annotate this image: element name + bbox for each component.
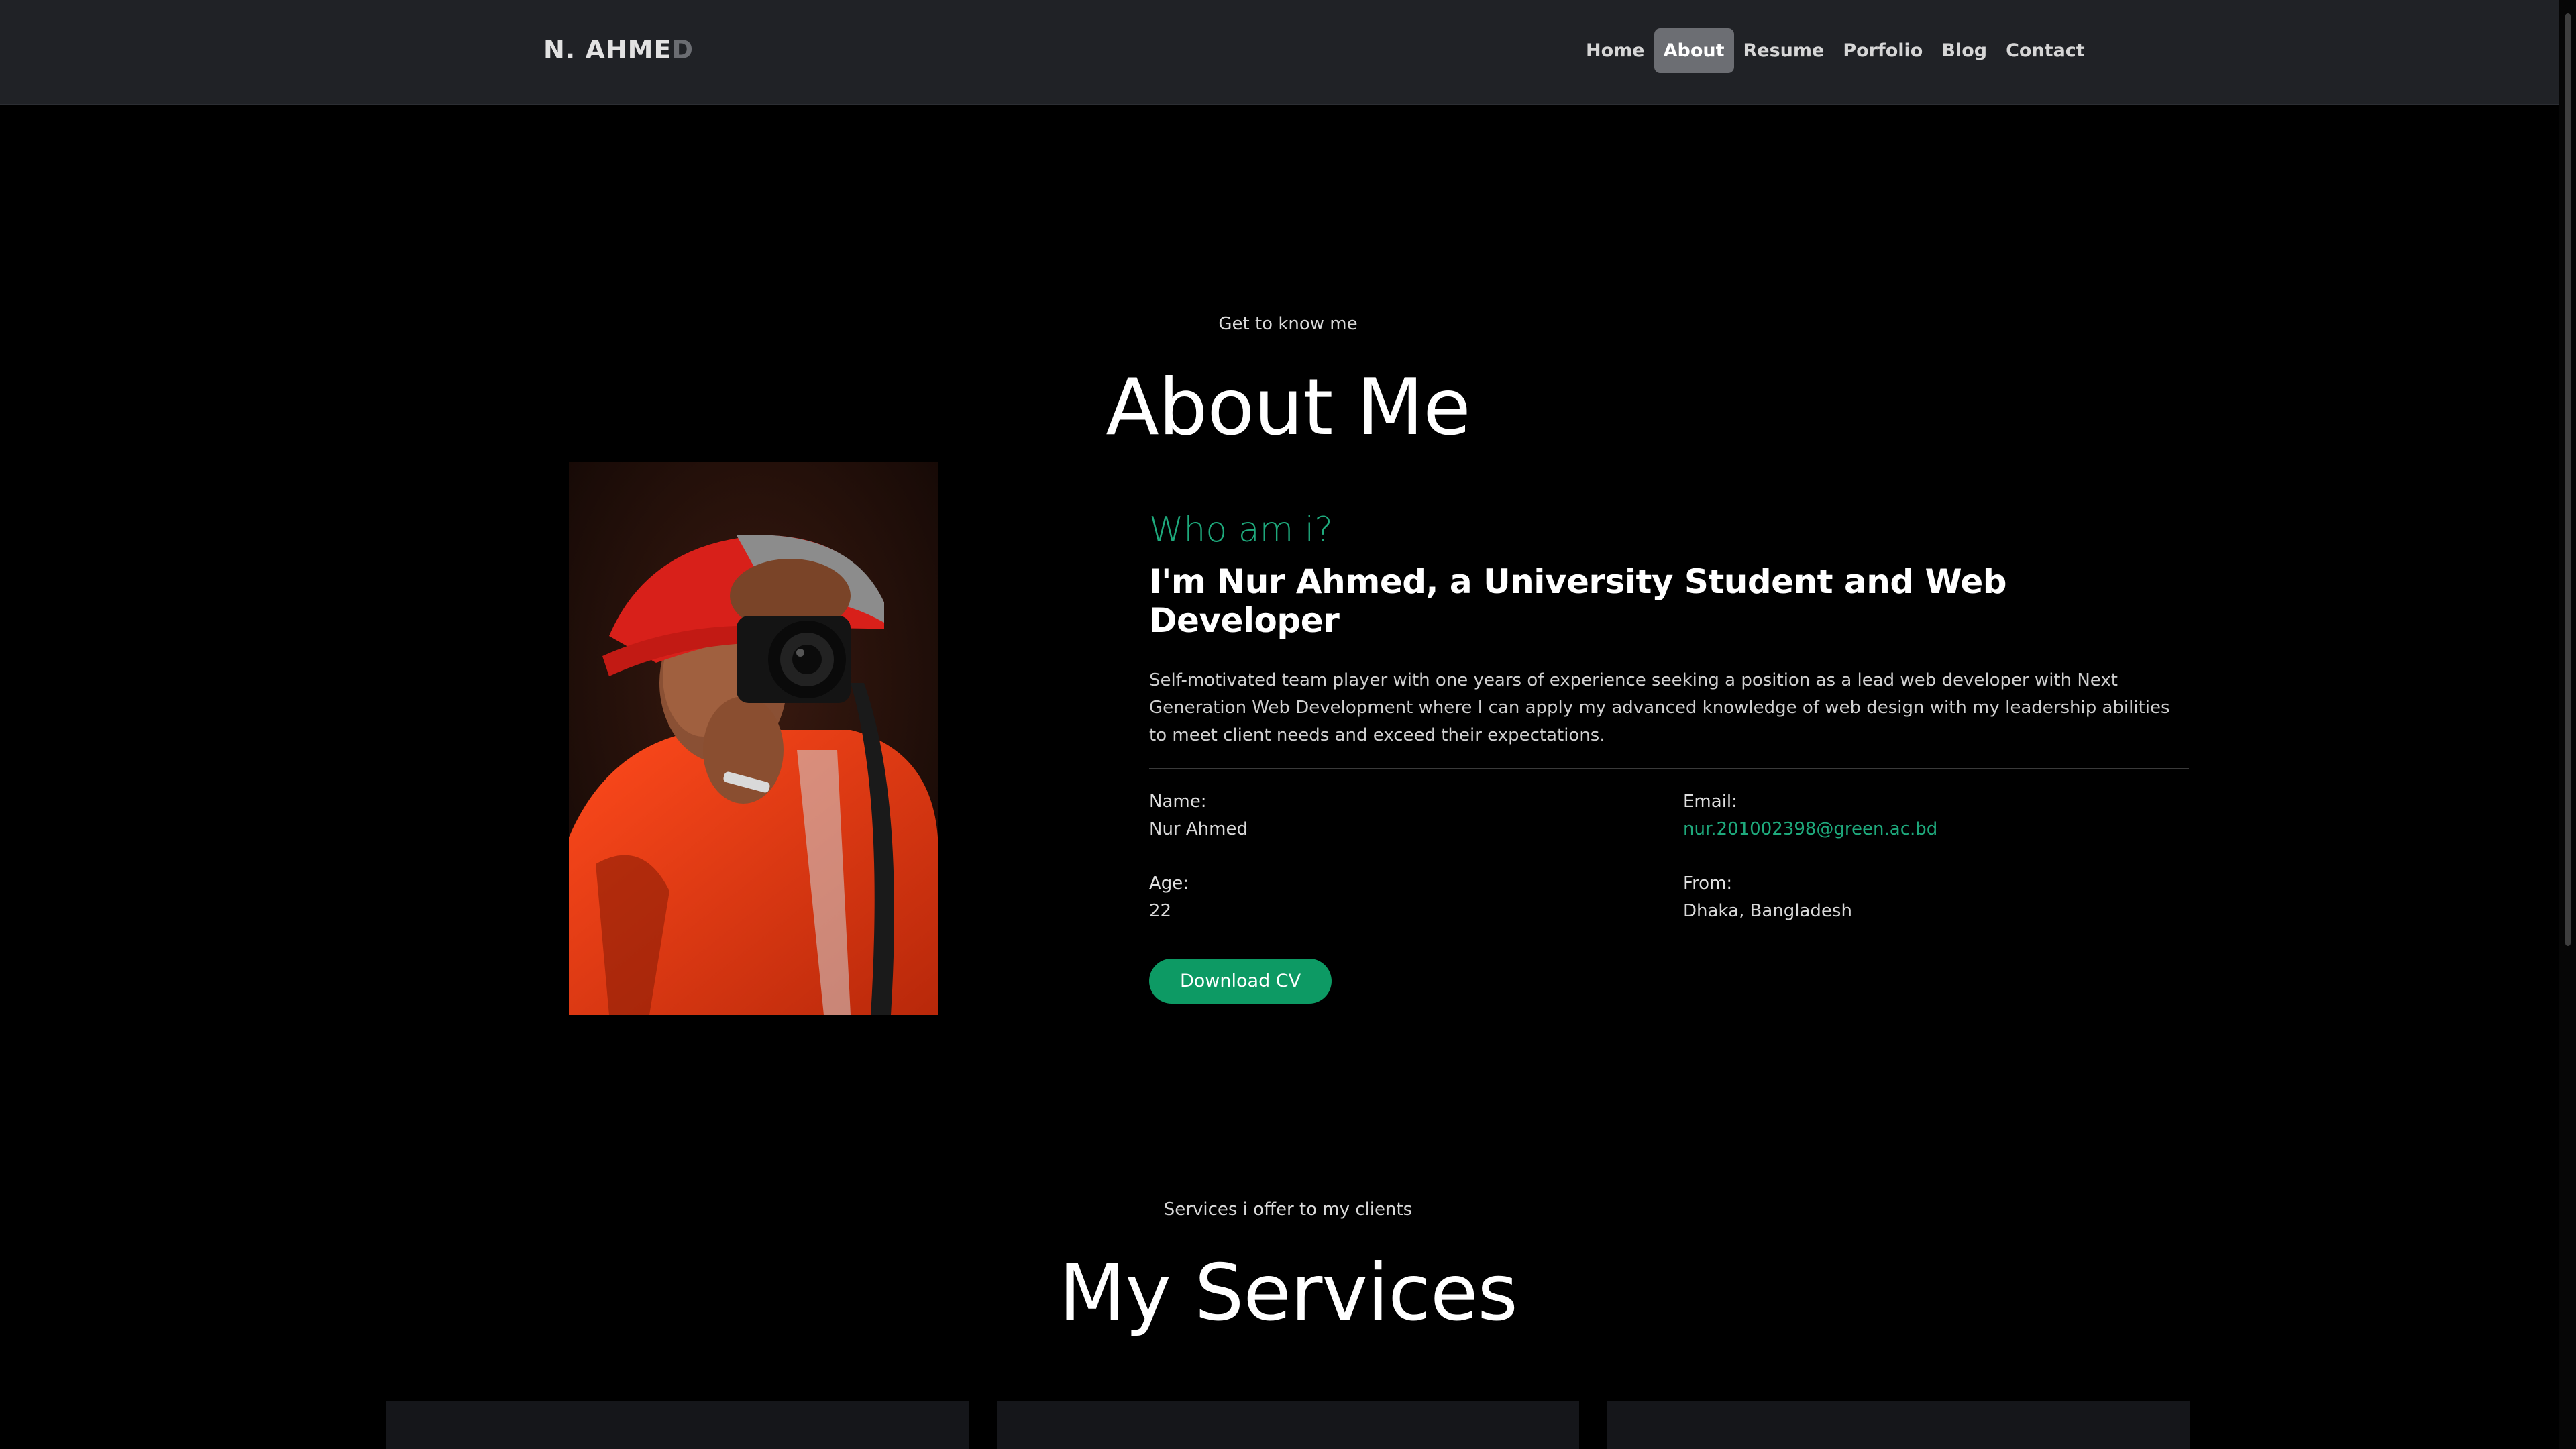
info-age: Age: 22: [1149, 870, 1683, 925]
info-age-label: Age:: [1149, 873, 1189, 894]
brand-logo[interactable]: N. AHMED: [543, 35, 694, 64]
profile-photo: [569, 462, 938, 1015]
nav-item-portfolio[interactable]: Porfolio: [1833, 28, 1932, 73]
page-scrollbar[interactable]: [2559, 0, 2576, 1449]
about-eyebrow: Get to know me: [1218, 314, 1358, 334]
nav-menu: Home About Resume Porfolio Blog Contact: [1576, 28, 2094, 73]
about-content: Who am i? I'm Nur Ahmed, a University St…: [1149, 510, 2189, 1004]
top-navbar: N. AHMED Home About Resume Porfolio Blog…: [0, 0, 2559, 105]
nav-item-contact[interactable]: Contact: [1996, 28, 2094, 73]
info-from-value: Dhaka, Bangladesh: [1683, 901, 1852, 921]
about-subheading: Who am i?: [1149, 510, 1333, 550]
nav-item-blog[interactable]: Blog: [1932, 28, 1996, 73]
service-card[interactable]: [997, 1401, 1579, 1449]
info-name-label: Name:: [1149, 792, 1207, 812]
nav-item-about[interactable]: About: [1654, 28, 1734, 73]
service-card[interactable]: [386, 1401, 969, 1449]
services-title: My Services: [1059, 1248, 1518, 1338]
nav-item-home[interactable]: Home: [1576, 28, 1654, 73]
about-title: About Me: [1106, 362, 1470, 453]
brand-text: N. AHME: [543, 35, 672, 64]
portrait-photo-icon: [569, 462, 938, 1015]
info-email-link[interactable]: nur.201002398@green.ac.bd: [1683, 819, 1937, 839]
about-bio: Self-motivated team player with one year…: [1149, 667, 2189, 769]
info-from: From: Dhaka, Bangladesh: [1683, 870, 2189, 925]
services-eyebrow: Services i offer to my clients: [1163, 1199, 1413, 1220]
personal-info-grid: Name: Nur Ahmed Email: nur.201002398@gre…: [1149, 788, 2189, 925]
info-name-value: Nur Ahmed: [1149, 819, 1248, 839]
nav-item-resume[interactable]: Resume: [1734, 28, 1834, 73]
brand-text-fade: D: [672, 35, 694, 64]
info-age-value: 22: [1149, 901, 1172, 921]
info-email: Email: nur.201002398@green.ac.bd: [1683, 788, 2189, 843]
info-name: Name: Nur Ahmed: [1149, 788, 1683, 843]
about-headline: I'm Nur Ahmed, a University Student and …: [1149, 562, 2007, 640]
download-cv-button[interactable]: Download CV: [1149, 959, 1332, 1004]
info-email-label: Email:: [1683, 792, 1737, 812]
info-from-label: From:: [1683, 873, 1733, 894]
service-card[interactable]: [1607, 1401, 2190, 1449]
scrollbar-thumb[interactable]: [2565, 13, 2571, 946]
